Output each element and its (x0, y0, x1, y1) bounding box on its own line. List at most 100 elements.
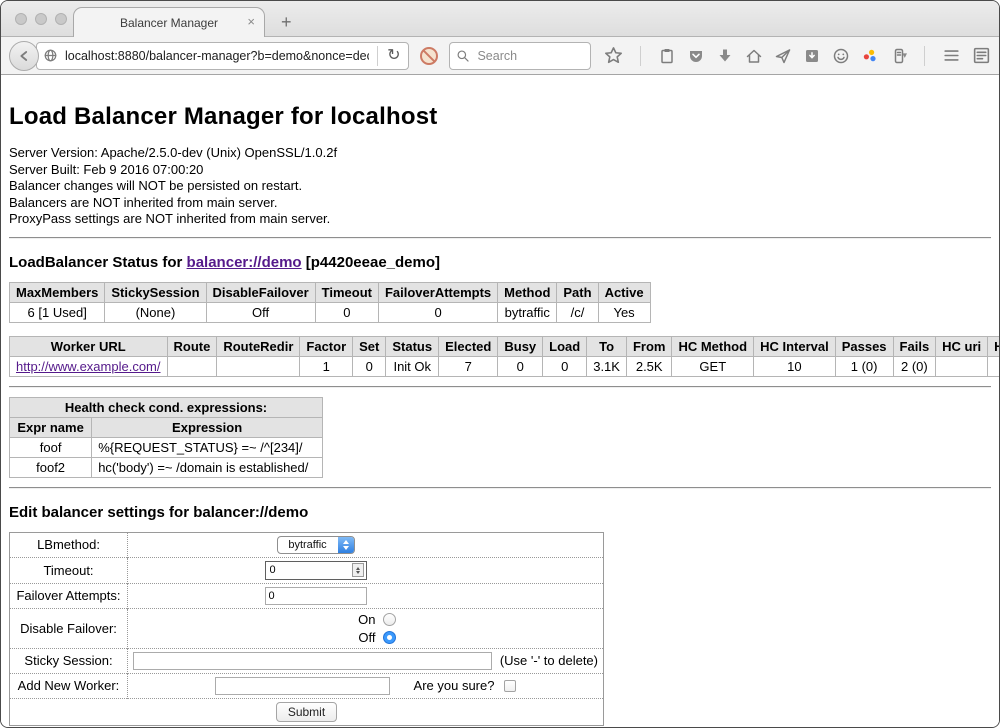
heading-prefix: LoadBalancer Status for (9, 254, 187, 271)
maximize-window-button[interactable] (55, 13, 67, 25)
cell-path: /c/ (557, 302, 598, 322)
column-header: Timeout (315, 282, 378, 302)
radio-on-label: On (358, 612, 375, 627)
are-you-sure-checkbox[interactable] (504, 680, 516, 692)
dropdown-caret-icon[interactable]: ▾ (902, 50, 907, 61)
timeout-input-wrap (265, 561, 367, 580)
column-header: Expression (92, 417, 323, 437)
content-blocker-icon[interactable] (419, 46, 439, 66)
tab-close-icon[interactable]: × (247, 15, 255, 28)
send-plane-icon[interactable] (774, 47, 792, 65)
notes-extension-icon[interactable]: ▾ (890, 47, 907, 65)
cell-method: bytraffic (498, 302, 557, 322)
balancer-settings-form: LBmethod: bytraffic Timeout: (9, 532, 604, 726)
cell-status: Init Ok (386, 356, 439, 376)
add-worker-input[interactable] (215, 677, 390, 695)
section-divider (9, 386, 991, 388)
cell-expression: hc('body') =~ /domain is established/ (92, 457, 323, 477)
url-input[interactable] (63, 48, 371, 64)
radio-off[interactable] (383, 631, 396, 644)
search-bar[interactable] (449, 42, 591, 70)
sticky-session-label: Sticky Session: (10, 648, 128, 673)
cell-failoverattempts: 0 (378, 302, 497, 322)
edit-settings-heading: Edit balancer settings for balancer://de… (9, 504, 991, 521)
sticky-session-hint: (Use '-' to delete) (500, 653, 598, 668)
column-header: StickySession (105, 282, 206, 302)
section-divider (9, 237, 991, 239)
minimize-window-button[interactable] (35, 13, 47, 25)
menu-hamburger-icon[interactable] (942, 46, 961, 65)
failover-attempts-label: Failover Attempts: (10, 583, 128, 608)
divider (640, 46, 641, 66)
tab-balancer-manager[interactable]: Balancer Manager × (73, 7, 265, 37)
lbmethod-select[interactable]: bytraffic (277, 536, 355, 554)
cell-stickysession: (None) (105, 302, 206, 322)
form-row-failover-attempts: Failover Attempts: (10, 583, 604, 608)
clipboard-icon[interactable] (658, 47, 676, 65)
divider (377, 46, 378, 66)
close-window-button[interactable] (15, 13, 27, 25)
cell-maxmembers: 6 [1 Used] (10, 302, 105, 322)
cell-hc-method: GET (672, 356, 754, 376)
worker-url-link[interactable]: http://www.example.com/ (16, 359, 161, 374)
form-row-submit: Submit (10, 698, 604, 725)
new-tab-button[interactable]: + (281, 13, 292, 31)
lbmethod-label: LBmethod: (10, 532, 128, 557)
cell-elected: 7 (439, 356, 498, 376)
heading-suffix: [p4420eeae_demo] (302, 254, 440, 271)
reload-icon[interactable]: ↻ (384, 48, 403, 64)
submit-button[interactable]: Submit (276, 702, 337, 722)
form-row-timeout: Timeout: (10, 557, 604, 583)
failover-attempts-input[interactable] (265, 587, 367, 605)
balancer-demo-link[interactable]: balancer://demo (187, 254, 302, 271)
pocket-icon[interactable] (687, 47, 705, 65)
column-header: Fails (893, 336, 936, 356)
timeout-label: Timeout: (10, 557, 128, 583)
cell-from: 2.5K (626, 356, 672, 376)
column-header: Route (167, 336, 217, 356)
health-table-title: Health check cond. expressions: (10, 397, 323, 417)
cell-route (167, 356, 217, 376)
cell-set: 0 (353, 356, 386, 376)
column-header: Busy (498, 336, 543, 356)
radio-on[interactable] (383, 613, 396, 626)
cell-active: Yes (598, 302, 650, 322)
table-header-row: Worker URL Route RouteRedir Factor Set S… (10, 336, 1000, 356)
downloads-icon[interactable] (716, 47, 734, 65)
radio-off-label: Off (358, 630, 375, 645)
home-icon[interactable] (745, 47, 763, 65)
navigation-toolbar: ↻ (1, 37, 999, 75)
table-row: foof %{REQUEST_STATUS} =~ /^[234]/ (10, 437, 323, 457)
reader-grid-icon[interactable] (972, 46, 991, 65)
page-title: Load Balancer Manager for localhost (9, 103, 991, 131)
cell-routeredir (217, 356, 300, 376)
add-worker-label: Add New Worker: (10, 673, 128, 698)
column-header: RouteRedir (217, 336, 300, 356)
column-header: Worker URL (10, 336, 168, 356)
window-controls (15, 13, 67, 25)
browser-window: Balancer Manager × + ↻ (0, 0, 1000, 728)
number-spinner-icon[interactable] (352, 563, 364, 577)
worker-row: http://www.example.com/ 1 0 Init Ok 7 0 … (10, 356, 1000, 376)
balancer-params-table: MaxMembers StickySession DisableFailover… (9, 282, 651, 323)
column-header: Method (498, 282, 557, 302)
server-built-line: Server Built: Feb 9 2016 07:00:20 (9, 162, 991, 179)
cell-expression: %{REQUEST_STATUS} =~ /^[234]/ (92, 437, 323, 457)
table-row: 6 [1 Used] (None) Off 0 0 bytraffic /c/ … (10, 302, 651, 322)
bookmark-star-icon[interactable] (604, 46, 623, 65)
search-input[interactable] (475, 48, 584, 64)
feedback-smiley-icon[interactable] (832, 47, 850, 65)
column-header: Status (386, 336, 439, 356)
back-button[interactable] (9, 41, 39, 71)
extension-colordots-icon[interactable] (861, 47, 879, 65)
timeout-input[interactable] (268, 563, 352, 577)
search-icon (456, 49, 470, 63)
sticky-session-input[interactable] (133, 652, 492, 670)
screenshot-icon[interactable] (803, 47, 821, 65)
column-header: HC Interval (754, 336, 836, 356)
prohibition-sign-icon (419, 46, 439, 66)
tab-bar: Balancer Manager × + (1, 1, 999, 37)
page-content: Load Balancer Manager for localhost Serv… (1, 75, 999, 728)
url-bar[interactable]: ↻ (36, 42, 409, 70)
cell-passes: 1 (0) (835, 356, 893, 376)
